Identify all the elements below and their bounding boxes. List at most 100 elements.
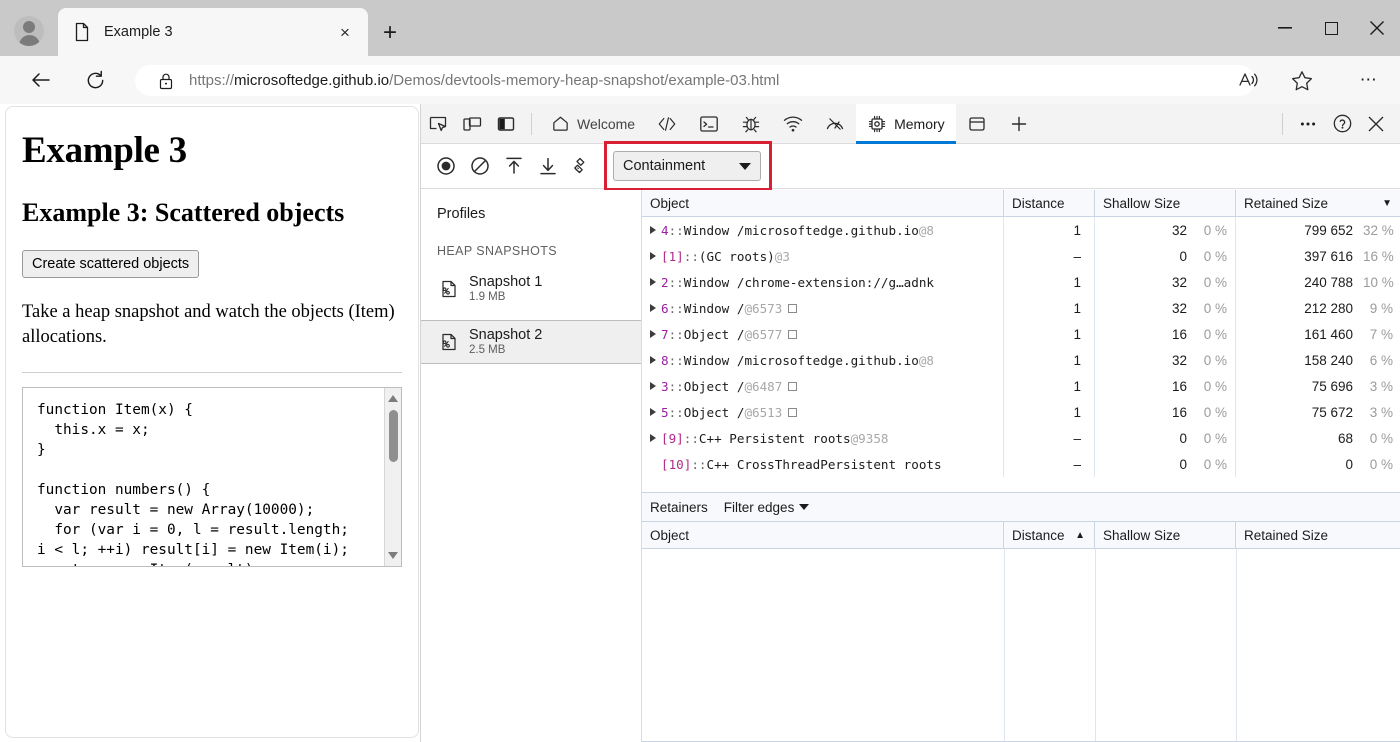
object-index: 2	[661, 274, 669, 290]
tab-welcome[interactable]: Welcome	[540, 104, 646, 144]
retainer-column-header-distance[interactable]: Distance ▲	[1004, 522, 1095, 548]
table-row[interactable]: [9] :: C++ Persistent roots @9358–0 0 % 68 0…	[642, 425, 1400, 451]
more-tools-icon[interactable]	[1291, 107, 1325, 141]
expand-triangle-icon[interactable]	[650, 278, 656, 286]
cell-retained-size: 0 0 %	[1236, 451, 1400, 477]
table-row[interactable]: 5 :: Object / @6513 1 16 0 % 75 672 3 %	[642, 399, 1400, 425]
inspect-icon[interactable]	[421, 107, 455, 141]
close-devtools-icon[interactable]	[1359, 107, 1393, 141]
new-tab-button[interactable]: +	[374, 18, 406, 48]
minimize-button[interactable]	[1262, 0, 1308, 56]
save-icon[interactable]	[531, 150, 565, 182]
cell-distance: –	[1004, 243, 1095, 269]
tab-memory[interactable]: Memory	[856, 103, 956, 144]
clear-icon[interactable]	[463, 150, 497, 182]
shallow-size-percent: 0 %	[1203, 248, 1227, 264]
sidebar-item-snapshot-1[interactable]: Snapshot 1 1.9 MB	[421, 267, 641, 311]
back-arrow-icon[interactable]	[26, 66, 56, 94]
cell-retained-size: 158 240 6 %	[1236, 347, 1400, 373]
expand-triangle-icon[interactable]	[650, 382, 656, 390]
snapshot-1-size: 1.9 MB	[469, 290, 506, 303]
table-row[interactable]: 7 :: Object / @6577 1 16 0 % 161 460 7 %	[642, 321, 1400, 347]
expand-triangle-icon[interactable]	[650, 252, 656, 260]
cell-distance: 1	[1004, 347, 1095, 373]
filter-edges-button[interactable]: Filter edges	[724, 500, 810, 515]
profile-button[interactable]	[8, 12, 50, 50]
avatar	[14, 16, 44, 46]
scrollbar-thumb[interactable]	[389, 409, 398, 462]
help-icon[interactable]	[1325, 107, 1359, 141]
sidebar-item-snapshot-2[interactable]: Snapshot 2 2.5 MB	[421, 320, 641, 364]
column-header-distance[interactable]: Distance	[1004, 190, 1095, 216]
ellipsis-icon[interactable]: ⋯	[1352, 66, 1386, 94]
column-header-object[interactable]: Object	[642, 190, 1004, 216]
cell-object: 3 :: Object / @6487	[642, 373, 1004, 399]
scroll-down-icon[interactable]	[388, 551, 398, 559]
heap-grid-header: Object Distance Shallow Size Retained Si…	[642, 190, 1400, 217]
retained-size-value: 75 696	[1311, 378, 1353, 394]
table-row[interactable]: 4 :: Window / microsoftedge.github.io @8…	[642, 217, 1400, 243]
retainers-empty-area[interactable]	[642, 549, 1400, 742]
table-row[interactable]: 2 :: Window / chrome-extension://g…adnk …	[642, 269, 1400, 295]
column-header-shallow-size[interactable]: Shallow Size	[1095, 190, 1236, 216]
maximize-icon	[1324, 21, 1338, 35]
column-header-retained-size[interactable]: Retained Size ▼	[1236, 190, 1400, 216]
maximize-button[interactable]	[1308, 0, 1354, 56]
reveal-box-icon[interactable]	[788, 303, 798, 313]
expand-triangle-icon[interactable]	[650, 330, 656, 338]
dock-side-icon[interactable]	[489, 107, 523, 141]
table-row[interactable]: 6 :: Window / @6573 1 32 0 % 212 280 9 %	[642, 295, 1400, 321]
retainer-column-header-object[interactable]: Object	[642, 522, 1004, 548]
read-aloud-icon[interactable]	[1232, 66, 1266, 94]
close-icon[interactable]: ×	[332, 19, 358, 45]
expand-triangle-icon[interactable]	[650, 434, 656, 442]
code-sample-box[interactable]: function Item(x) { this.x = x; } functio…	[22, 386, 402, 567]
shallow-size-value: 16	[1171, 326, 1187, 342]
object-index: [9]	[661, 430, 684, 446]
add-panel-button[interactable]	[998, 104, 1040, 144]
tab-application[interactable]	[956, 104, 998, 144]
memory-toolbar: Containment	[421, 141, 1400, 191]
device-emulation-icon[interactable]	[455, 107, 489, 141]
heap-grid-body[interactable]: 4 :: Window / microsoftedge.github.io @8…	[642, 217, 1400, 477]
star-icon[interactable]	[1285, 66, 1319, 94]
scroll-up-icon[interactable]	[388, 394, 398, 402]
tab-performance[interactable]	[814, 104, 856, 144]
expand-triangle-icon[interactable]	[650, 226, 656, 234]
load-icon[interactable]	[497, 150, 531, 182]
cell-object: [10] :: C++ CrossThreadPersistent roots	[642, 451, 1004, 477]
retained-size-value: 799 652	[1304, 222, 1353, 238]
cell-retained-size: 240 788 10 %	[1236, 269, 1400, 295]
table-row[interactable]: [1] :: (GC roots) @3–0 0 % 397 616 16 %	[642, 243, 1400, 269]
view-select[interactable]: Containment	[613, 151, 761, 181]
heap-snapshots-group-label: HEAP SNAPSHOTS	[437, 244, 557, 258]
tab-network[interactable]	[772, 104, 814, 144]
retained-size-value: 240 788	[1304, 274, 1353, 290]
object-separator: ::	[683, 248, 699, 264]
expand-triangle-icon[interactable]	[650, 304, 656, 312]
object-separator: ::	[668, 404, 684, 420]
create-scattered-objects-button[interactable]: Create scattered objects	[22, 250, 200, 278]
address-bar[interactable]: https://microsoftedge.github.io/Demos/de…	[135, 65, 1255, 96]
browser-tab[interactable]: Example 3 ×	[58, 8, 368, 56]
code-scrollbar[interactable]	[384, 387, 401, 566]
tab-elements[interactable]	[646, 104, 688, 144]
reload-icon[interactable]	[80, 66, 110, 94]
collect-garbage-icon[interactable]	[565, 150, 599, 182]
retainer-column-header-shallow-size[interactable]: Shallow Size	[1095, 522, 1236, 548]
expand-triangle-icon[interactable]	[650, 408, 656, 416]
tab-console[interactable]	[688, 104, 730, 144]
retained-size-percent: 0 %	[1369, 456, 1393, 472]
expand-triangle-icon[interactable]	[650, 356, 656, 364]
close-window-button[interactable]	[1354, 0, 1400, 56]
reveal-box-icon[interactable]	[788, 407, 798, 417]
tab-debugger[interactable]	[730, 104, 772, 144]
table-row[interactable]: 3 :: Object / @6487 1 16 0 % 75 696 3 %	[642, 373, 1400, 399]
object-detail: chrome-extension://g…adnk	[744, 274, 934, 290]
reveal-box-icon[interactable]	[788, 381, 798, 391]
table-row[interactable]: [10] :: C++ CrossThreadPersistent roots –…	[642, 451, 1400, 477]
table-row[interactable]: 8 :: Window / microsoftedge.github.io @8…	[642, 347, 1400, 373]
retainer-column-header-retained-size[interactable]: Retained Size	[1236, 522, 1400, 548]
reveal-box-icon[interactable]	[788, 329, 798, 339]
record-icon[interactable]	[429, 150, 463, 182]
